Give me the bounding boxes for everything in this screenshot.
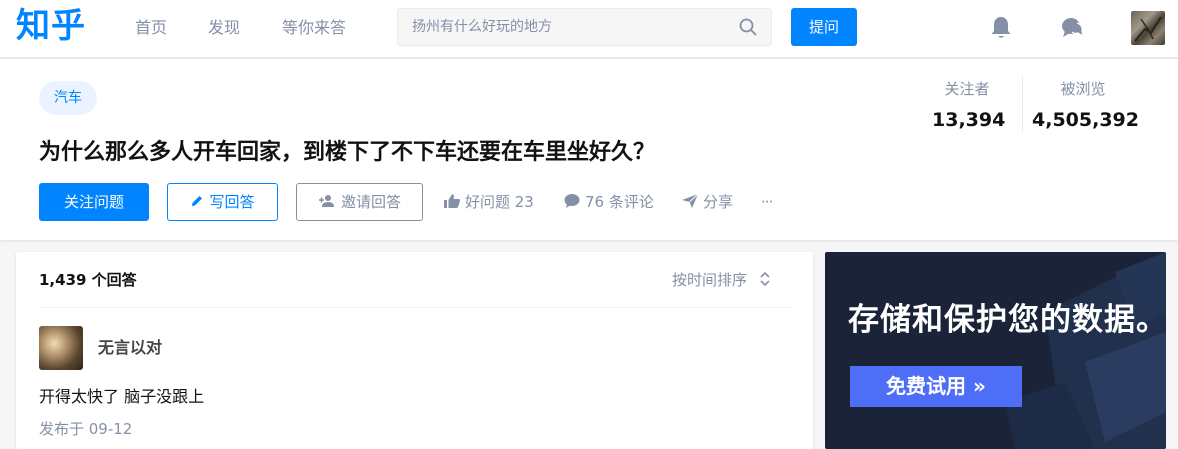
followers-stat: 关注者 13,394 bbox=[932, 79, 1006, 133]
invite-answer-button[interactable]: 邀请回答 bbox=[296, 183, 423, 221]
nav-home[interactable]: 首页 bbox=[135, 18, 167, 38]
views-label: 被浏览 bbox=[1060, 80, 1106, 98]
sort-label: 按时间排序 bbox=[672, 271, 748, 289]
share-button[interactable]: 分享 bbox=[681, 183, 733, 221]
more-icon[interactable]: ··· bbox=[761, 183, 773, 221]
nav-explore[interactable]: 发现 bbox=[208, 18, 240, 38]
message-icon[interactable] bbox=[1060, 15, 1084, 41]
question-title: 为什么那么多人开车回家，到楼下了不下车还要在车里坐好久？ bbox=[39, 140, 656, 165]
zhihu-logo[interactable]: 知乎 bbox=[16, 6, 86, 46]
bell-icon[interactable] bbox=[989, 15, 1013, 41]
free-trial-button[interactable]: 免费试用 » bbox=[850, 366, 1022, 407]
add-user-icon bbox=[318, 195, 334, 207]
followers-count: 13,394 bbox=[932, 109, 1006, 131]
answer-content: 开得太快了 脑子没跟上 bbox=[39, 387, 205, 406]
answer-author-name[interactable]: 无言以对 bbox=[98, 337, 162, 359]
pencil-icon bbox=[192, 196, 203, 206]
nav-waiting-answers[interactable]: 等你来答 bbox=[282, 18, 346, 38]
question-header: 汽车 为什么那么多人开车回家，到楼下了不下车还要在车里坐好久？ 关注者 13,3… bbox=[0, 59, 1178, 240]
top-navbar: 知乎 首页 发现 等你来答 提问 bbox=[0, 0, 1178, 58]
ask-button[interactable]: 提问 bbox=[791, 8, 857, 46]
follow-question-button[interactable]: 关注问题 bbox=[39, 183, 149, 221]
sort-by-time-button[interactable]: 按时间排序 bbox=[672, 269, 771, 291]
comments-button[interactable]: 76 条评论 bbox=[563, 183, 654, 221]
share-icon bbox=[682, 193, 699, 208]
ad-banner[interactable]: 存储和保护您的数据。 免费试用 » bbox=[825, 252, 1166, 449]
stat-divider bbox=[1022, 75, 1023, 133]
followers-label: 关注者 bbox=[944, 80, 990, 98]
comment-icon bbox=[564, 194, 580, 208]
thumb-up-icon bbox=[444, 194, 461, 208]
ad-background-graphic bbox=[1005, 252, 1166, 449]
write-answer-label: 写回答 bbox=[209, 193, 255, 211]
views-stat: 被浏览 4,505,392 bbox=[1032, 79, 1139, 133]
sort-icon bbox=[760, 271, 770, 287]
share-label: 分享 bbox=[703, 193, 734, 211]
user-avatar[interactable] bbox=[1131, 11, 1165, 45]
write-answer-button[interactable]: 写回答 bbox=[167, 183, 278, 221]
views-count: 4,505,392 bbox=[1032, 109, 1139, 131]
ad-title: 存储和保护您的数据。 bbox=[848, 302, 1166, 338]
search-input[interactable] bbox=[412, 9, 732, 45]
comments-label: 76 条评论 bbox=[585, 193, 654, 211]
invite-answer-label: 邀请回答 bbox=[340, 193, 401, 211]
answer-author-avatar[interactable] bbox=[39, 326, 83, 370]
search-icon[interactable] bbox=[739, 18, 757, 36]
answer-count: 1,439 个回答 bbox=[39, 271, 137, 289]
search-box bbox=[397, 8, 772, 46]
answer-date[interactable]: 发布于 09-12 bbox=[39, 418, 132, 440]
good-question-label: 好问题 23 bbox=[465, 193, 534, 211]
good-question-button[interactable]: 好问题 23 bbox=[443, 183, 534, 221]
answers-card: 1,439 个回答 按时间排序 无言以对 开得太快了 脑子没跟上 发布于 09-… bbox=[16, 252, 813, 449]
divider bbox=[39, 307, 791, 308]
topic-tag[interactable]: 汽车 bbox=[39, 81, 97, 115]
